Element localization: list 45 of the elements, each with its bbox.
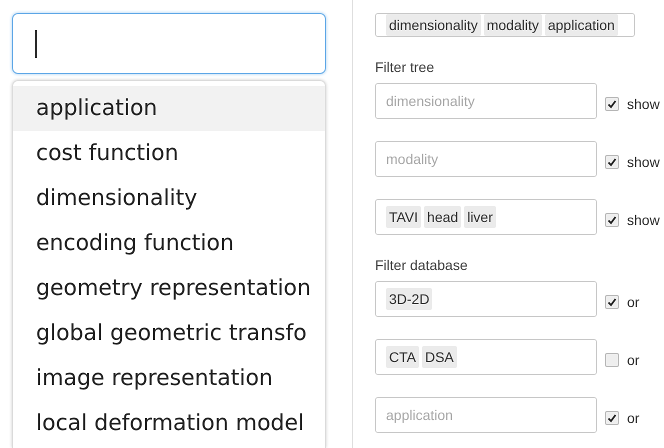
checkbox-label: or — [627, 294, 640, 310]
check-icon — [607, 99, 617, 109]
checkbox[interactable] — [605, 97, 619, 111]
suggestion-item[interactable]: local deformation model — [13, 401, 325, 446]
filter-tag[interactable]: liver — [464, 206, 496, 228]
filter-tag[interactable]: DSA — [422, 346, 457, 368]
search-field[interactable] — [12, 13, 326, 74]
checkbox-label: or — [627, 352, 640, 368]
suggestion-item[interactable]: encoding function — [13, 221, 325, 266]
checkbox-label: show — [627, 154, 660, 170]
filter-tag[interactable]: CTA — [386, 346, 419, 368]
filter-field[interactable]: 3D-2D — [375, 281, 597, 317]
checkbox[interactable] — [605, 213, 619, 227]
check-icon — [607, 297, 617, 307]
check-icon — [607, 215, 617, 225]
checkbox[interactable] — [605, 155, 619, 169]
text-cursor — [35, 30, 37, 58]
suggestion-item[interactable]: image representation — [13, 356, 325, 401]
filter-tag[interactable]: head — [424, 206, 462, 228]
columns-field[interactable]: dimensionality modality application — [375, 13, 635, 37]
check-icon — [607, 157, 617, 167]
checkbox-label: show — [627, 96, 660, 112]
suggestion-item[interactable]: cost function — [13, 131, 325, 176]
placeholder-text: modality — [386, 151, 438, 167]
filter-field[interactable]: CTA DSA — [375, 339, 597, 375]
section-title: Filter database — [375, 257, 469, 273]
placeholder-text: application — [386, 407, 453, 423]
checkbox[interactable] — [605, 411, 619, 425]
checkbox-label: or — [627, 410, 640, 426]
column-tag[interactable]: dimensionality — [386, 14, 481, 36]
filter-tag[interactable]: 3D-2D — [386, 288, 432, 310]
placeholder-text: dimensionality — [386, 93, 475, 109]
suggestion-item[interactable]: application — [13, 86, 325, 131]
check-icon — [607, 413, 617, 423]
suggestion-item[interactable]: geometry representation — [13, 266, 325, 311]
filter-field[interactable]: TAVI head liver — [375, 199, 597, 235]
suggestion-item[interactable]: dimensionality — [13, 176, 325, 221]
column-tag[interactable]: application — [544, 14, 618, 36]
checkbox-label: show — [627, 212, 660, 228]
checkbox[interactable] — [605, 295, 619, 309]
filter-tag[interactable]: TAVI — [386, 206, 422, 228]
suggestion-item[interactable]: global geometric transfo — [13, 311, 325, 356]
checkbox[interactable] — [605, 353, 619, 367]
section-title: Filter tree — [375, 59, 436, 75]
column-tag[interactable]: modality — [484, 14, 542, 36]
